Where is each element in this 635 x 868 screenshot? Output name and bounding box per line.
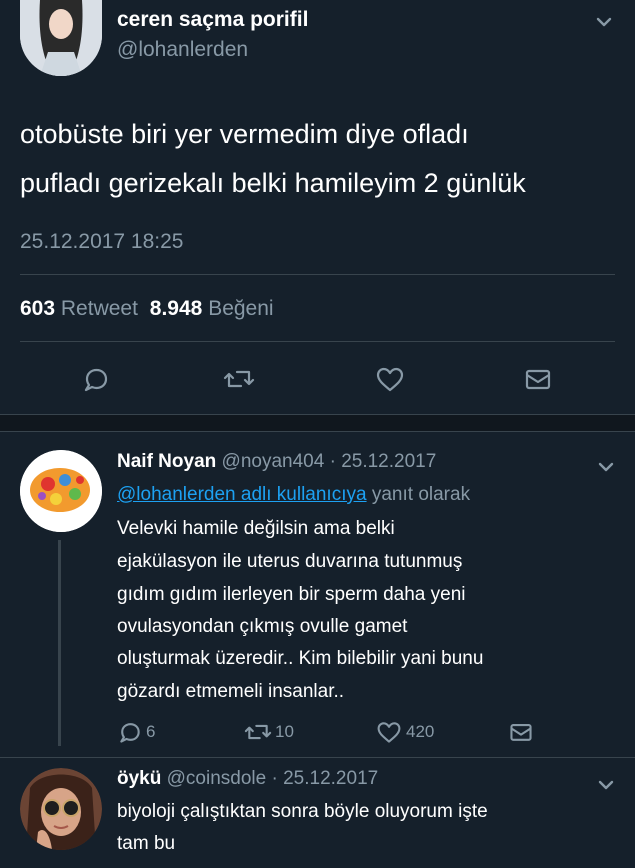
reply-text-line: tam bu	[117, 833, 176, 854]
tweet-date[interactable]: 25.12.2017	[283, 768, 378, 789]
separator: ·	[271, 768, 278, 789]
like-count: 420	[406, 722, 435, 741]
retweet-icon[interactable]	[222, 364, 256, 394]
retweet-count: 10	[275, 722, 294, 741]
section-separator	[0, 414, 635, 432]
reply-count: 6	[146, 722, 156, 741]
reply-text-line: ejakülasyon ile uterus duvarına tutunmuş	[117, 551, 463, 572]
display-name[interactable]: öykü	[117, 768, 161, 789]
avatar[interactable]	[20, 0, 102, 76]
divider	[20, 274, 615, 275]
reply-icon[interactable]	[81, 364, 111, 394]
retweet-label[interactable]: Retweet	[61, 297, 138, 320]
like-action[interactable]: 420	[375, 719, 434, 745]
reply-to-mention[interactable]: @lohanlerden adlı kullanıcıya	[117, 484, 367, 505]
thread-line	[58, 540, 61, 746]
tweet-date[interactable]: 25.12.2017	[341, 451, 436, 472]
handle[interactable]: @coinsdole	[167, 768, 267, 789]
reply-header: öykü @coinsdole · 25.12.2017	[117, 768, 378, 790]
timestamp[interactable]: 25.12.2017 18:25	[20, 230, 184, 254]
tweet-text-line: otobüste biri yer vermedim diye ofladı	[20, 119, 469, 149]
like-label[interactable]: Beğeni	[208, 297, 273, 320]
like-icon[interactable]	[375, 719, 403, 745]
separator: ·	[329, 451, 336, 472]
reply-to-suffix: yanıt olarak	[371, 484, 471, 505]
chevron-down-icon[interactable]	[594, 455, 618, 479]
divider	[0, 757, 635, 758]
reply-icon[interactable]	[117, 719, 143, 745]
reply-text-line: gözardı etmemeli insanlar..	[117, 681, 345, 702]
reply-text-line: biyoloji çalıştıktan sonra böyle oluyoru…	[117, 801, 488, 822]
avatar[interactable]	[20, 768, 102, 850]
avatar[interactable]	[20, 450, 102, 532]
reply-header: Naif Noyan @noyan404 · 25.12.2017	[117, 451, 436, 473]
reply-text-line: gıdım gıdım ilerleyen bir sperm daha yen…	[117, 584, 466, 605]
replying-to: @lohanlerden adlı kullanıcıya yanıt olar…	[117, 484, 470, 506]
reply-action[interactable]: 6	[117, 719, 155, 745]
retweet-count[interactable]: 603	[20, 297, 55, 320]
direct-message-icon[interactable]	[523, 364, 553, 394]
chevron-down-icon[interactable]	[594, 773, 618, 797]
display-name[interactable]: ceren saçma porifil	[117, 8, 308, 32]
reply-text-line: ovulasyondan çıkmış ovulle gamet	[117, 616, 408, 637]
retweet-action[interactable]: 10	[243, 719, 294, 745]
like-icon[interactable]	[374, 364, 406, 394]
engagement-stats: 603 Retweet 8.948 Beğeni	[20, 297, 274, 321]
handle[interactable]: @lohanlerden	[117, 38, 248, 62]
display-name[interactable]: Naif Noyan	[117, 451, 216, 472]
handle[interactable]: @noyan404	[222, 451, 325, 472]
retweet-icon[interactable]	[243, 719, 273, 745]
reply-text-line: Velevki hamile değilsin ama belki	[117, 518, 395, 539]
like-count[interactable]: 8.948	[150, 297, 203, 320]
reply-text-line: oluşturmak üzeredir.. Kim bilebilir yani…	[117, 648, 484, 669]
chevron-down-icon[interactable]	[592, 10, 616, 34]
divider	[20, 341, 615, 342]
direct-message-icon[interactable]	[508, 719, 534, 745]
tweet-text-line: pufladı gerizekalı belki hamileyim 2 gün…	[20, 168, 526, 198]
